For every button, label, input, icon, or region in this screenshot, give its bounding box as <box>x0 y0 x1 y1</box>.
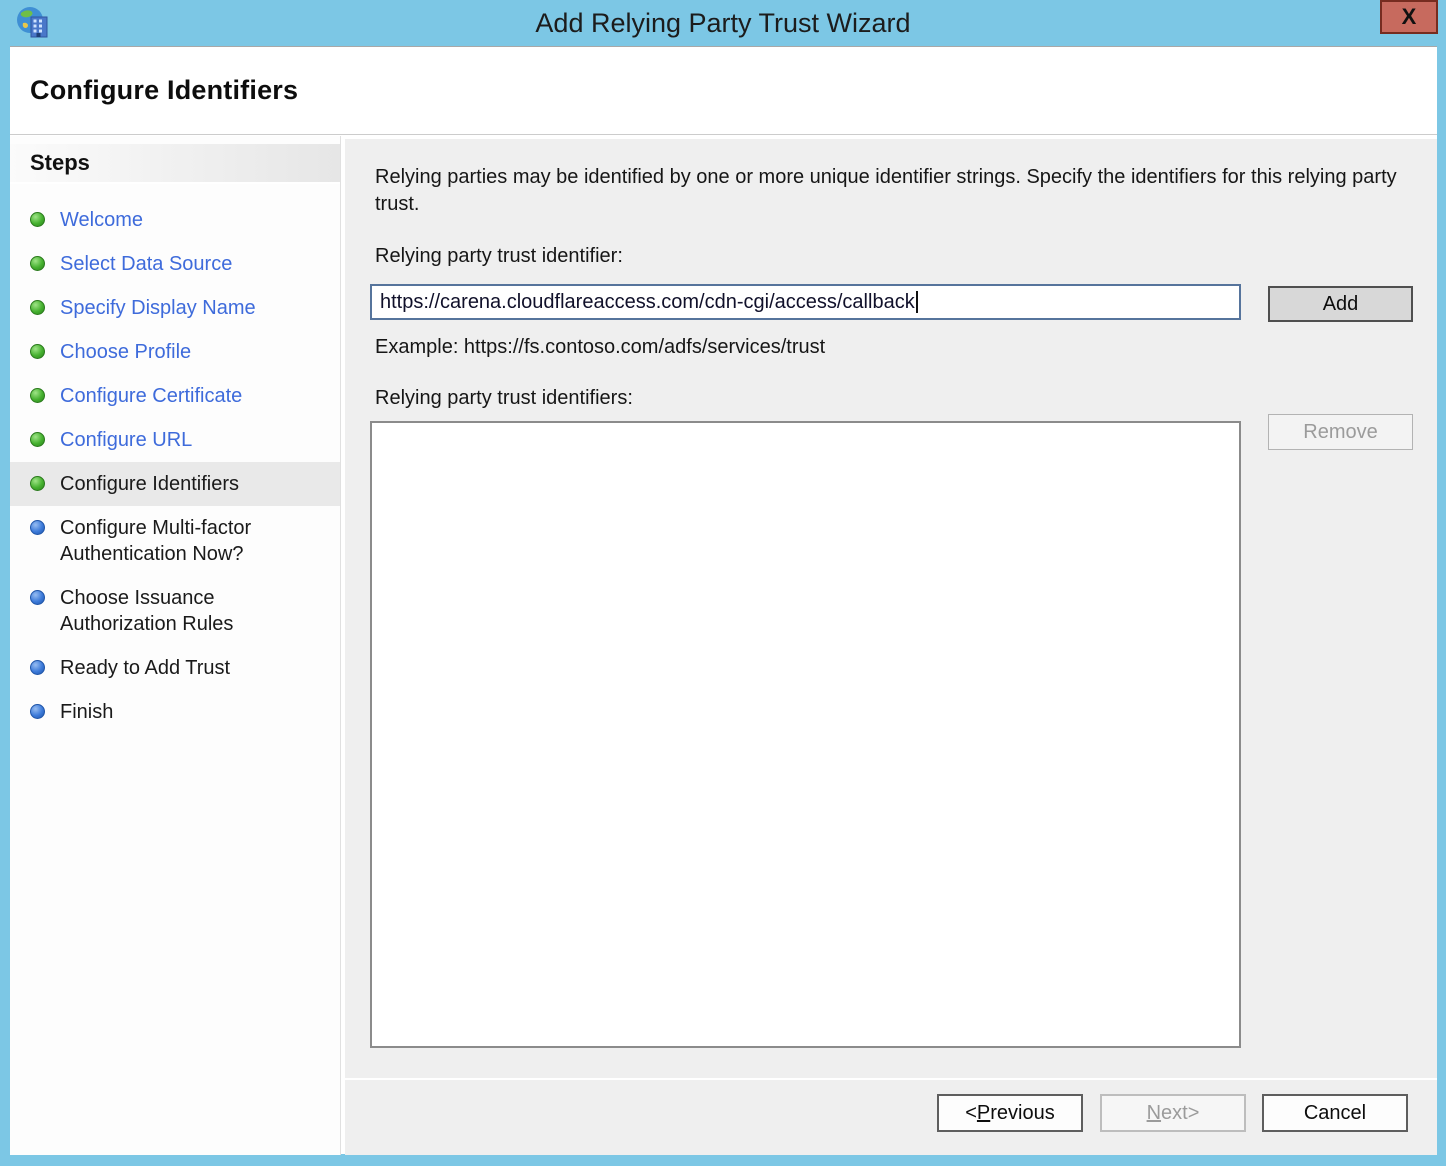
step-configure-mfa: Configure Multi-factor Authentication No… <box>10 506 340 576</box>
next-button[interactable]: Next > <box>1100 1094 1246 1132</box>
step-specify-display-name: Specify Display Name <box>10 286 340 330</box>
titlebar: Add Relying Party Trust Wizard X <box>0 0 1446 46</box>
steps-sidebar: Steps Welcome Select Data Source Specify… <box>10 136 341 1155</box>
cancel-button[interactable]: Cancel <box>1262 1094 1408 1132</box>
identifiers-list-label: Relying party trust identifiers: <box>375 387 633 410</box>
previous-button[interactable]: < Previous <box>937 1094 1083 1132</box>
step-choose-profile: Choose Profile <box>10 330 340 374</box>
step-status-bullet-icon <box>30 590 45 605</box>
step-status-bullet-icon <box>30 432 45 447</box>
step-status-bullet-icon <box>30 704 45 719</box>
step-ready-to-add-trust: Ready to Add Trust <box>10 646 340 690</box>
wizard-window: Configure Identifiers Steps Welcome Sele… <box>10 46 1437 1154</box>
step-status-bullet-icon <box>30 344 45 359</box>
steps-list: Welcome Select Data Source Specify Displ… <box>10 184 340 734</box>
text-caret <box>916 291 918 313</box>
step-configure-url: Configure URL <box>10 418 340 462</box>
footer-bar: < Previous Next > Cancel <box>345 1080 1437 1155</box>
page-title: Configure Identifiers <box>10 75 298 106</box>
identifiers-listbox[interactable] <box>370 421 1241 1048</box>
identifier-input[interactable]: https://carena.cloudflareaccess.com/cdn-… <box>370 284 1241 320</box>
step-finish: Finish <box>10 690 340 734</box>
example-text: Example: https://fs.contoso.com/adfs/ser… <box>375 336 825 359</box>
step-status-bullet-icon <box>30 388 45 403</box>
page-header: Configure Identifiers <box>10 47 1437 135</box>
step-welcome: Welcome <box>10 198 340 242</box>
step-configure-certificate: Configure Certificate <box>10 374 340 418</box>
identifier-input-value: https://carena.cloudflareaccess.com/cdn-… <box>380 291 915 314</box>
step-configure-identifiers: Configure Identifiers <box>10 462 340 506</box>
add-button[interactable]: Add <box>1268 286 1413 322</box>
step-status-bullet-icon <box>30 256 45 271</box>
identifier-field-label: Relying party trust identifier: <box>375 245 623 268</box>
step-status-bullet-icon <box>30 520 45 535</box>
step-status-bullet-icon <box>30 212 45 227</box>
content-panel: Relying parties may be identified by one… <box>345 139 1437 1078</box>
page-description: Relying parties may be identified by one… <box>375 164 1407 218</box>
step-status-bullet-icon <box>30 476 45 491</box>
step-status-bullet-icon <box>30 300 45 315</box>
remove-button[interactable]: Remove <box>1268 414 1413 450</box>
step-status-bullet-icon <box>30 660 45 675</box>
steps-header: Steps <box>10 144 340 184</box>
close-button[interactable]: X <box>1380 0 1438 34</box>
window-title: Add Relying Party Trust Wizard <box>0 0 1446 46</box>
step-choose-issuance-rules: Choose Issuance Authorization Rules <box>10 576 340 646</box>
step-select-data-source: Select Data Source <box>10 242 340 286</box>
